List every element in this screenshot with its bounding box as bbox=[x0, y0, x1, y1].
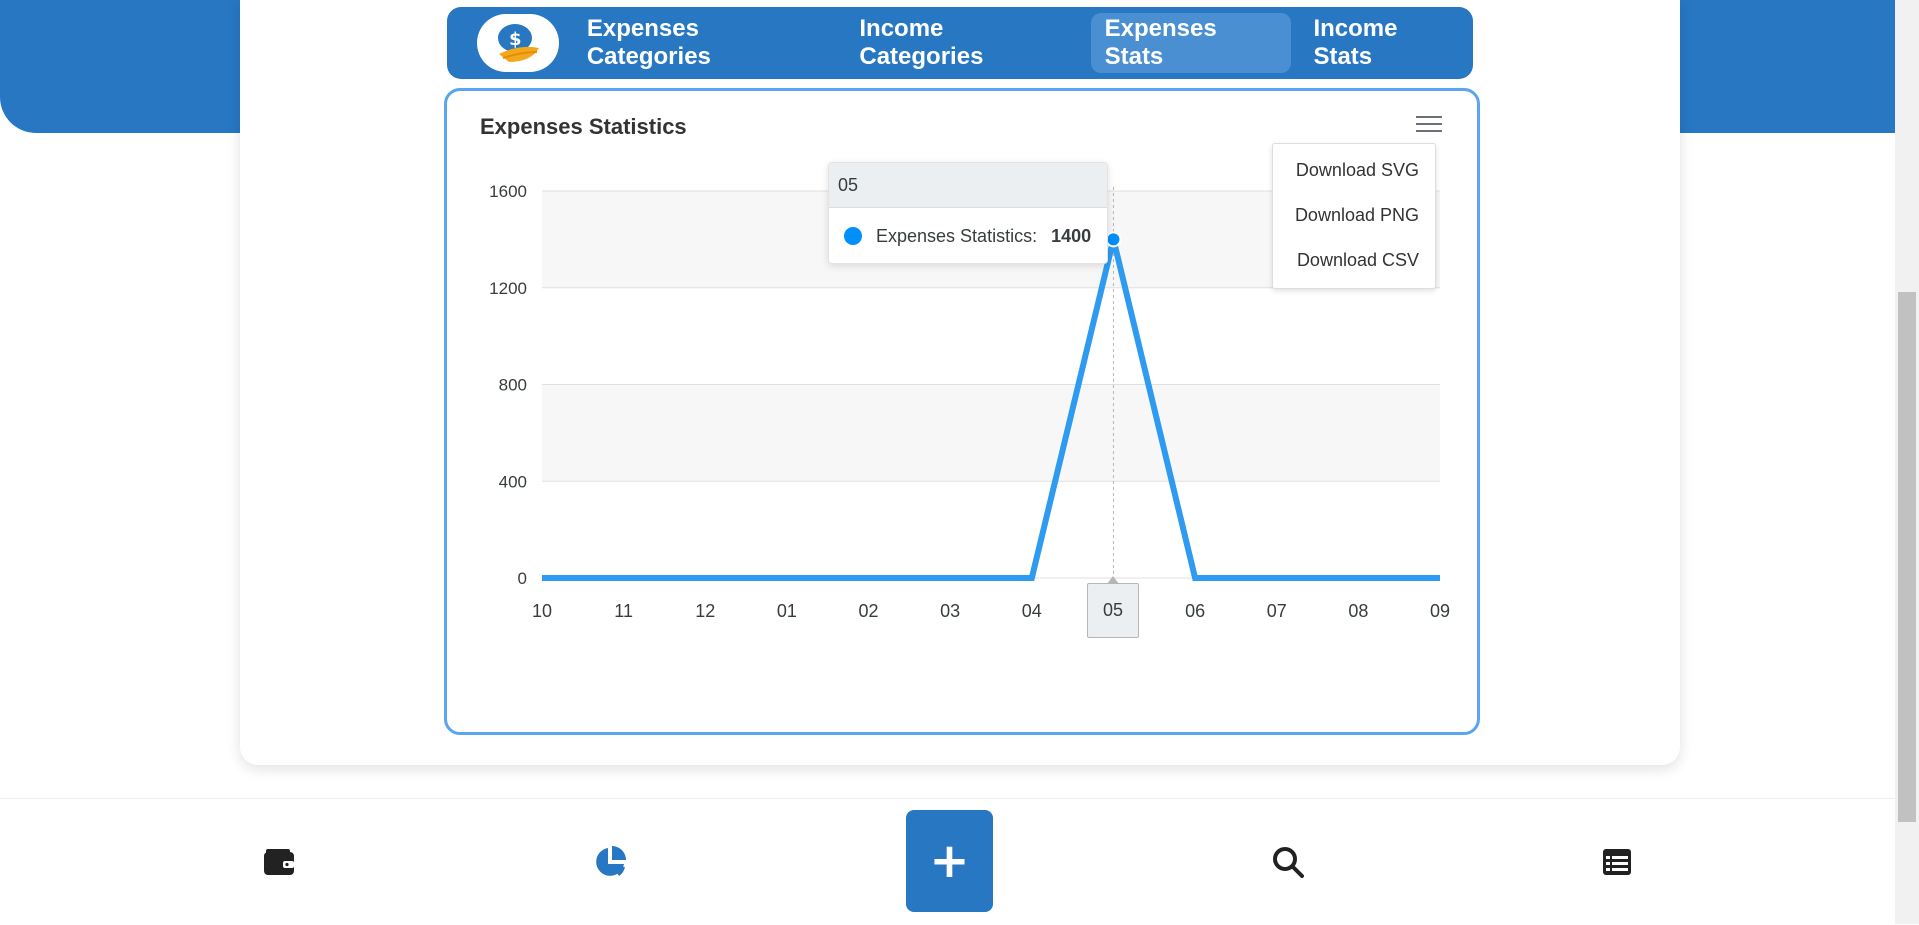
download-svg-item[interactable]: Download SVG bbox=[1296, 160, 1419, 181]
chart-tooltip: 05 Expenses Statistics: 1400 bbox=[828, 162, 1108, 264]
xtick-label-10: 10 bbox=[532, 601, 552, 621]
scrollbar[interactable] bbox=[1895, 0, 1919, 924]
xtick-label-07: 07 bbox=[1267, 601, 1287, 621]
list-icon bbox=[1603, 849, 1631, 875]
wallet-button[interactable] bbox=[249, 799, 309, 925]
xtick-label-01: 01 bbox=[777, 601, 797, 621]
xtick-label-06: 06 bbox=[1185, 601, 1205, 621]
ytick-label-0: 0 bbox=[518, 569, 527, 588]
xaxis-tooltip: 05 bbox=[1087, 576, 1139, 638]
search-button[interactable] bbox=[1258, 799, 1318, 925]
export-menu: Download SVG Download PNG Download CSV bbox=[1272, 143, 1436, 289]
xtick-label-08: 08 bbox=[1348, 601, 1368, 621]
download-csv-item[interactable]: Download CSV bbox=[1297, 250, 1419, 271]
xtick-label-04: 04 bbox=[1022, 601, 1042, 621]
xtick-label-03: 03 bbox=[940, 601, 960, 621]
wallet-icon bbox=[264, 849, 294, 875]
tooltip-header: 05 bbox=[829, 163, 1107, 208]
add-button[interactable]: + bbox=[906, 810, 993, 912]
stats-button[interactable] bbox=[580, 799, 640, 925]
xtick-label-02: 02 bbox=[859, 601, 879, 621]
list-button[interactable] bbox=[1587, 799, 1647, 925]
xtick-label-12: 12 bbox=[695, 601, 715, 621]
xtick-label-11: 11 bbox=[614, 601, 633, 621]
chart-menu-icon[interactable] bbox=[1416, 116, 1442, 138]
grid-band-0 bbox=[542, 384, 1440, 482]
search-icon bbox=[1273, 847, 1304, 878]
series-marker bbox=[844, 227, 862, 245]
ytick-label-800: 800 bbox=[499, 376, 527, 395]
tooltip-series-label: Expenses Statistics: bbox=[876, 225, 1038, 246]
ytick-label-1600: 1600 bbox=[489, 182, 527, 201]
scrollbar-thumb[interactable] bbox=[1898, 292, 1916, 822]
ytick-label-1200: 1200 bbox=[489, 279, 527, 298]
download-png-item[interactable]: Download PNG bbox=[1295, 205, 1419, 226]
xtick-label-09: 09 bbox=[1430, 601, 1450, 621]
tooltip-body: Expenses Statistics: 1400 bbox=[829, 208, 1107, 263]
ytick-label-400: 400 bbox=[499, 472, 527, 491]
expenses-line-chart: 0 400 800 1200 1600 10 11 12 01 02 03 04 06 07 08 09 bbox=[489, 182, 1450, 621]
chart-title: Expenses Statistics bbox=[480, 114, 687, 139]
pie-chart-icon bbox=[596, 846, 626, 876]
data-point-05 bbox=[1105, 231, 1122, 248]
tooltip-value: 1400 bbox=[1051, 225, 1092, 246]
